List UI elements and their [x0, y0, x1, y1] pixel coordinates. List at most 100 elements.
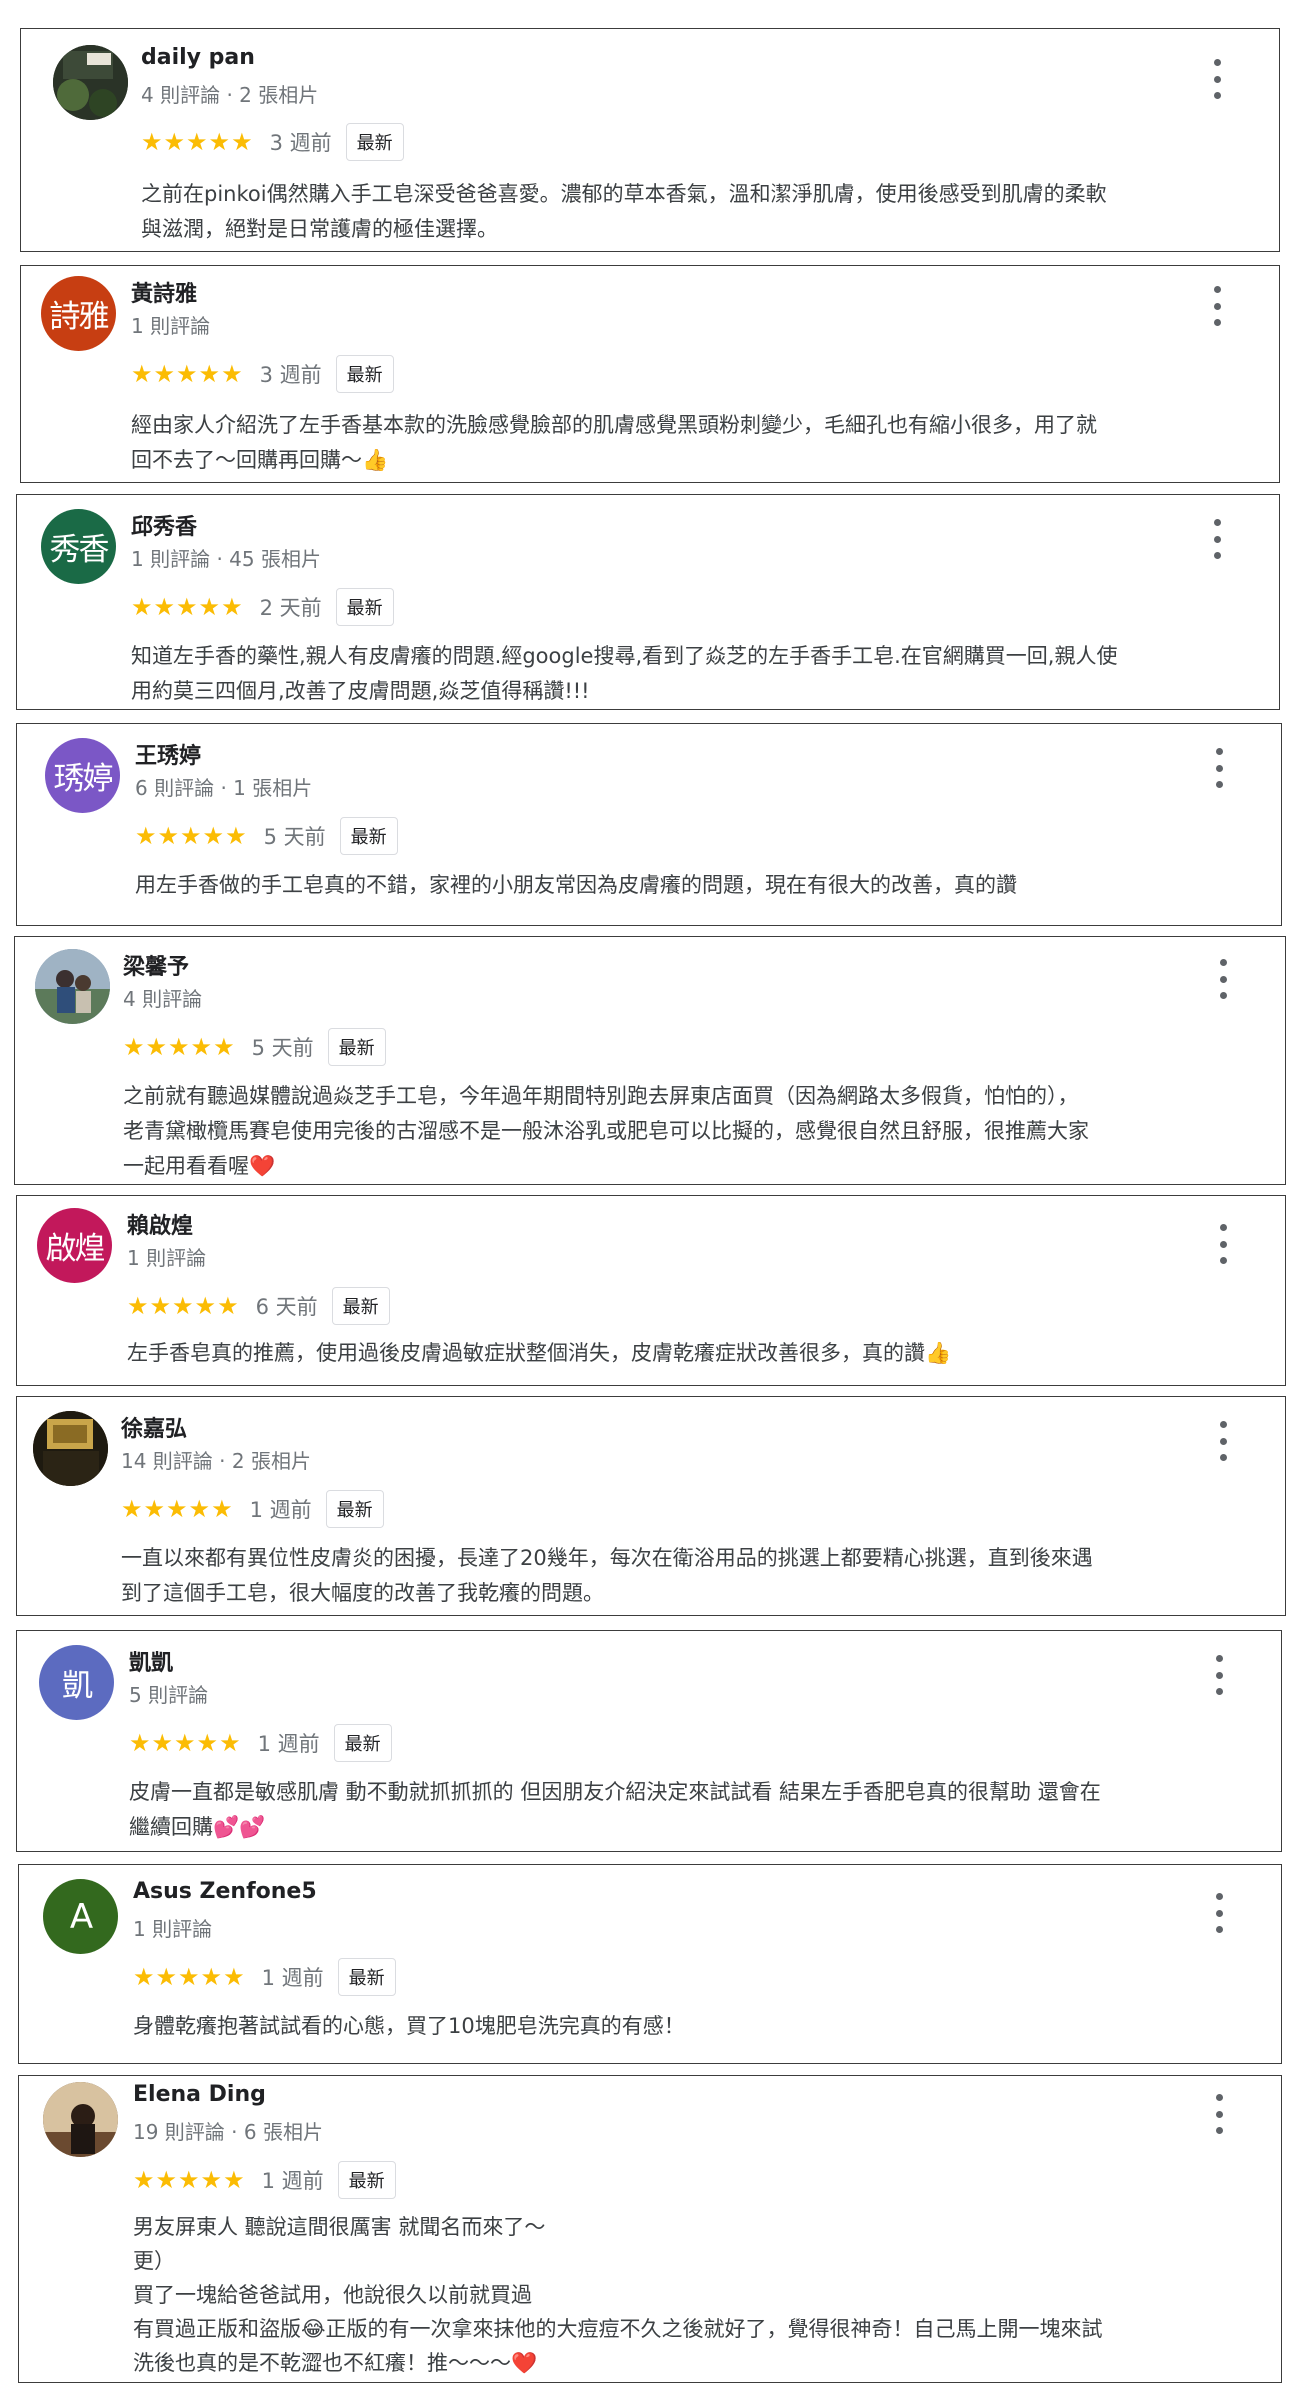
more-options-icon[interactable] — [1205, 59, 1229, 99]
rating-row: ★★★★★ 3 週前 最新 — [131, 354, 394, 394]
rating-row: ★★★★★ 5 天前 最新 — [123, 1027, 386, 1067]
reviewer-name[interactable]: 凱凱 — [129, 1645, 173, 1677]
review-text: 之前在pinkoi偶然購入手工皂深受爸爸喜愛。濃郁的草本香氣，溫和潔淨肌膚，使用… — [141, 182, 1107, 241]
review-card: 秀香 邱秀香 1 則評論 · 45 張相片 ★★★★★ 2 天前 最新 知道左手… — [16, 494, 1280, 710]
review-text: 之前就有聽過媒體說過焱芝手工皂，今年過年期間特別跑去屏東店面買（因為網路太多假貨… — [123, 1084, 1089, 1178]
more-options-icon[interactable] — [1205, 286, 1229, 326]
latest-badge: 最新 — [325, 1490, 384, 1528]
star-rating: ★★★★★ — [133, 2166, 246, 2194]
reviewer-name[interactable]: Asus Zenfone5 — [133, 1879, 317, 1904]
more-options-icon[interactable] — [1211, 1224, 1235, 1264]
rating-row: ★★★★★ 1 週前 最新 — [133, 2160, 396, 2200]
review-time: 1 週前 — [261, 2169, 324, 2193]
avatar[interactable] — [35, 949, 110, 1024]
more-options-icon[interactable] — [1207, 2094, 1231, 2134]
rating-row: ★★★★★ 5 天前 最新 — [135, 816, 398, 856]
review-time: 5 天前 — [263, 825, 326, 849]
avatar[interactable] — [43, 2082, 118, 2157]
review-card: A Asus Zenfone5 1 則評論 ★★★★★ 1 週前 最新 身體乾癢… — [18, 1864, 1282, 2064]
review-card: daily pan 4 則評論 · 2 張相片 ★★★★★ 3 週前 最新 之前… — [20, 28, 1280, 252]
more-options-icon[interactable] — [1207, 748, 1231, 788]
latest-badge: 最新 — [335, 355, 394, 393]
review-time: 1 週前 — [249, 1498, 312, 1522]
review-card: Elena Ding 19 則評論 · 6 張相片 ★★★★★ 1 週前 最新 … — [18, 2075, 1282, 2383]
review-time: 3 週前 — [269, 131, 332, 155]
review-time: 5 天前 — [251, 1036, 314, 1060]
reviewer-name[interactable]: 邱秀香 — [131, 509, 197, 541]
reviewer-name[interactable]: 黃詩雅 — [131, 276, 197, 308]
reviewer-meta: 1 則評論 — [133, 1917, 213, 1941]
latest-badge: 最新 — [337, 1958, 396, 1996]
rating-row: ★★★★★ 1 週前 最新 — [121, 1489, 384, 1529]
star-rating: ★★★★★ — [135, 822, 248, 850]
reviewer-meta: 1 則評論 · 45 張相片 — [131, 547, 321, 571]
latest-badge: 最新 — [345, 123, 404, 161]
avatar[interactable]: 秀香 — [41, 509, 116, 584]
review-text: 左手香皂真的推薦，使用過後皮膚過敏症狀整個消失，皮膚乾癢症狀改善很多，真的讚👍 — [127, 1341, 952, 1365]
reviewer-meta: 4 則評論 — [123, 987, 203, 1011]
latest-badge: 最新 — [331, 1287, 390, 1325]
review-text: 皮膚一直都是敏感肌膚 動不動就抓抓抓的 但因朋友介紹決定來試試看 結果左手香肥皂… — [129, 1780, 1101, 1839]
rating-row: ★★★★★ 6 天前 最新 — [127, 1286, 390, 1326]
rating-row: ★★★★★ 3 週前 最新 — [141, 122, 404, 162]
review-text: 身體乾癢抱著試試看的心態，買了10塊肥皂洗完真的有感！ — [133, 2014, 685, 2038]
more-options-icon[interactable] — [1211, 1421, 1235, 1461]
rating-row: ★★★★★ 1 週前 最新 — [129, 1723, 392, 1763]
reviewer-name[interactable]: daily pan — [141, 45, 255, 70]
latest-badge: 最新 — [337, 2161, 396, 2199]
review-card: 梁馨予 4 則評論 ★★★★★ 5 天前 最新 之前就有聽過媒體說過焱芝手工皂，… — [14, 936, 1286, 1185]
review-time: 1 週前 — [257, 1732, 320, 1756]
latest-badge: 最新 — [339, 817, 398, 855]
reviewer-meta: 19 則評論 · 6 張相片 — [133, 2120, 323, 2144]
review-time: 6 天前 — [255, 1295, 318, 1319]
reviewer-meta: 1 則評論 — [131, 314, 211, 338]
latest-badge: 最新 — [333, 1724, 392, 1762]
star-rating: ★★★★★ — [121, 1495, 234, 1523]
reviewer-name[interactable]: 王琇婷 — [135, 738, 201, 770]
reviewer-meta: 4 則評論 · 2 張相片 — [141, 83, 319, 107]
more-options-icon[interactable] — [1207, 1655, 1231, 1695]
rating-row: ★★★★★ 2 天前 最新 — [131, 587, 394, 627]
more-options-icon[interactable] — [1211, 959, 1235, 999]
more-options-icon[interactable] — [1205, 519, 1229, 559]
review-time: 2 天前 — [259, 596, 322, 620]
review-card: 琇婷 王琇婷 6 則評論 · 1 張相片 ★★★★★ 5 天前 最新 用左手香做… — [16, 723, 1282, 926]
reviewer-meta: 5 則評論 — [129, 1683, 209, 1707]
review-card: 凱 凱凱 5 則評論 ★★★★★ 1 週前 最新 皮膚一直都是敏感肌膚 動不動就… — [16, 1630, 1282, 1852]
latest-badge: 最新 — [335, 588, 394, 626]
avatar[interactable]: 啟煌 — [37, 1208, 112, 1283]
review-text: 用左手香做的手工皂真的不錯，家裡的小朋友常因為皮膚癢的問題，現在有很大的改善，真… — [135, 873, 1017, 897]
reviewer-meta: 14 則評論 · 2 張相片 — [121, 1449, 311, 1473]
reviewer-name[interactable]: 賴啟煌 — [127, 1208, 193, 1240]
avatar[interactable]: 琇婷 — [45, 738, 120, 813]
review-text: 知道左手香的藥性,親人有皮膚癢的問題.經google搜尋,看到了焱芝的左手香手工… — [131, 644, 1118, 703]
avatar[interactable]: A — [43, 1879, 118, 1954]
star-rating: ★★★★★ — [141, 128, 254, 156]
review-card: 啟煌 賴啟煌 1 則評論 ★★★★★ 6 天前 最新 左手香皂真的推薦，使用過後… — [16, 1195, 1286, 1386]
more-options-icon[interactable] — [1207, 1893, 1231, 1933]
avatar[interactable] — [33, 1411, 108, 1486]
star-rating: ★★★★★ — [127, 1292, 240, 1320]
review-text: 經由家人介紹洗了左手香基本款的洗臉感覺臉部的肌膚感覺黑頭粉刺變少，毛細孔也有縮小… — [131, 413, 1097, 472]
review-card: 詩雅 黃詩雅 1 則評論 ★★★★★ 3 週前 最新 經由家人介紹洗了左手香基本… — [20, 265, 1280, 483]
review-time: 3 週前 — [259, 363, 322, 387]
reviewer-name[interactable]: 梁馨予 — [123, 949, 189, 981]
avatar[interactable]: 凱 — [39, 1645, 114, 1720]
reviewer-meta: 6 則評論 · 1 張相片 — [135, 776, 313, 800]
review-time: 1 週前 — [261, 1966, 324, 1990]
star-rating: ★★★★★ — [129, 1729, 242, 1757]
star-rating: ★★★★★ — [131, 593, 244, 621]
latest-badge: 最新 — [327, 1028, 386, 1066]
reviewer-name[interactable]: Elena Ding — [133, 2082, 266, 2107]
star-rating: ★★★★★ — [131, 360, 244, 388]
avatar[interactable]: 詩雅 — [41, 276, 116, 351]
reviewer-meta: 1 則評論 — [127, 1246, 207, 1270]
review-text: 男友屏東人 聽說這間很厲害 就聞名而來了～ 更） 買了一塊給爸爸試用，他說很久以… — [133, 2215, 1103, 2375]
reviewer-name[interactable]: 徐嘉弘 — [121, 1411, 187, 1443]
star-rating: ★★★★★ — [123, 1033, 236, 1061]
review-text: 一直以來都有異位性皮膚炎的困擾，長達了20幾年，每次在衛浴用品的挑選上都要精心挑… — [121, 1546, 1093, 1605]
star-rating: ★★★★★ — [133, 1963, 246, 1991]
rating-row: ★★★★★ 1 週前 最新 — [133, 1957, 396, 1997]
review-card: 徐嘉弘 14 則評論 · 2 張相片 ★★★★★ 1 週前 最新 一直以來都有異… — [16, 1396, 1286, 1616]
avatar[interactable] — [53, 45, 128, 120]
